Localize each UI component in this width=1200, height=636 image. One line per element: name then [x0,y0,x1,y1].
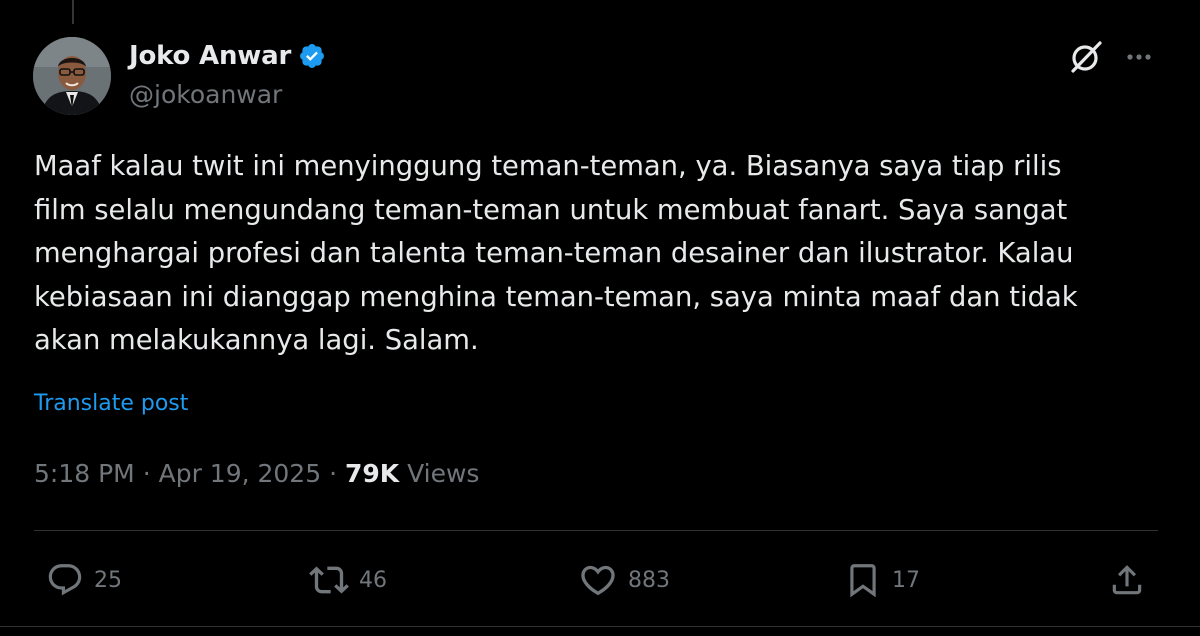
tweet-time[interactable]: 5:18 PM [34,459,135,488]
share-button[interactable] [1108,556,1146,604]
tweet-text: Maaf kalau twit ini menyinggung teman-te… [34,145,1174,363]
repost-button[interactable]: 46 [309,556,387,604]
bottom-divider [0,626,1200,627]
meta-separator: · [329,459,338,488]
like-icon [581,565,615,596]
tweet-text-line: menghargai profesi dan talenta teman-tem… [34,238,1074,270]
author-name-row: Joko Anwar [129,38,326,74]
bookmark-button[interactable]: 17 [844,556,920,604]
views-label: Views [407,459,480,488]
more-options-icon[interactable] [1122,40,1156,74]
views-count[interactable]: 79K [345,459,399,488]
tweet-meta: 5:18 PM · Apr 19, 2025 · 79K Views [34,459,479,488]
meta-separator: · [142,459,151,488]
thread-connector-line [72,0,74,24]
tweet-date[interactable]: Apr 19, 2025 [159,459,322,488]
tweet-text-line: film selalu mengundang teman-teman untuk… [34,194,1068,226]
author-display-name[interactable]: Joko Anwar [129,41,291,71]
reply-icon [48,564,82,596]
tweet-text-line: Maaf kalau twit ini menyinggung teman-te… [34,151,1062,182]
like-button[interactable]: 883 [578,556,670,604]
translate-post-link[interactable]: Translate post [34,391,188,416]
tweet-detail: Joko Anwar @jokoanwar Maaf kalau twit in… [0,0,1200,636]
tweet-text-line: kebiasaan ini dianggap menghina teman-te… [34,281,1078,313]
bookmark-icon [850,564,876,598]
action-bar: 25 46 883 17 [0,556,1200,604]
avatar-image [33,37,111,115]
share-icon [1112,565,1142,595]
reply-button[interactable]: 25 [46,556,122,604]
tweet-text-line: akan melakukannya lagi. Salam. [34,325,479,357]
repost-icon [309,566,349,594]
bookmark-count: 17 [892,567,920,593]
grok-icon[interactable] [1067,38,1105,76]
repost-count: 46 [359,567,387,593]
author-handle[interactable]: @jokoanwar [129,80,282,109]
like-count: 883 [628,567,670,593]
avatar[interactable] [33,37,111,115]
reply-count: 25 [94,567,122,593]
verified-badge-icon[interactable] [298,42,326,70]
divider [34,530,1158,531]
